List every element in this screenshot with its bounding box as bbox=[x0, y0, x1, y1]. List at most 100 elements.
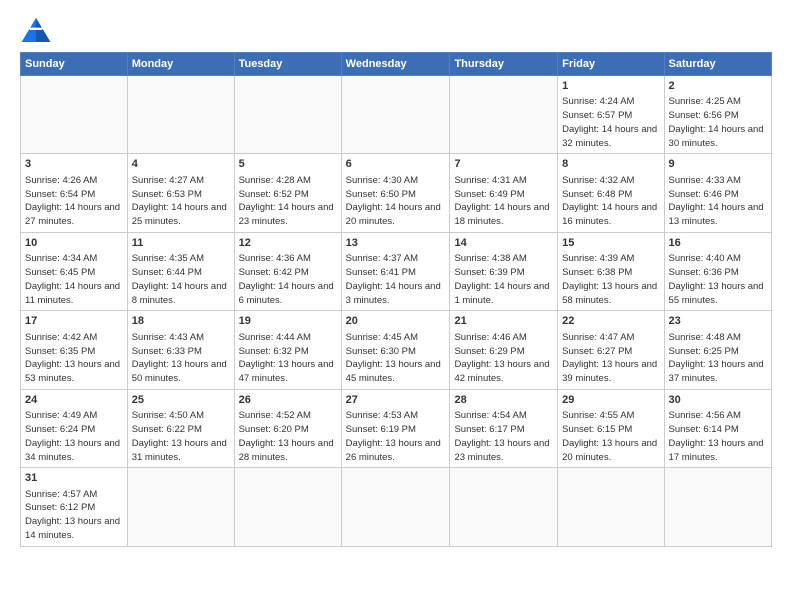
calendar-day-cell bbox=[234, 468, 341, 546]
day-info: Sunrise: 4:34 AM Sunset: 6:45 PM Dayligh… bbox=[25, 252, 123, 307]
calendar-day-header: Thursday bbox=[450, 53, 558, 76]
day-number: 6 bbox=[346, 157, 446, 172]
day-number: 29 bbox=[562, 393, 659, 408]
calendar-day-cell: 15Sunrise: 4:39 AM Sunset: 6:38 PM Dayli… bbox=[558, 232, 664, 310]
calendar-day-cell: 22Sunrise: 4:47 AM Sunset: 6:27 PM Dayli… bbox=[558, 311, 664, 389]
calendar-week-row: 24Sunrise: 4:49 AM Sunset: 6:24 PM Dayli… bbox=[21, 389, 772, 467]
day-info: Sunrise: 4:26 AM Sunset: 6:54 PM Dayligh… bbox=[25, 174, 123, 229]
day-info: Sunrise: 4:24 AM Sunset: 6:57 PM Dayligh… bbox=[562, 95, 659, 150]
day-info: Sunrise: 4:30 AM Sunset: 6:50 PM Dayligh… bbox=[346, 174, 446, 229]
calendar-day-cell: 9 Sunrise: 4:33 AM Sunset: 6:46 PM Daylig… bbox=[664, 154, 771, 232]
calendar-day-cell: 11Sunrise: 4:35 AM Sunset: 6:44 PM Dayli… bbox=[127, 232, 234, 310]
day-info: Sunrise: 4:55 AM Sunset: 6:15 PM Dayligh… bbox=[562, 409, 659, 464]
calendar-day-cell: 14Sunrise: 4:38 AM Sunset: 6:39 PM Dayli… bbox=[450, 232, 558, 310]
calendar-week-row: 17 Sunrise: 4:42 AM Sunset: 6:35 PM Dayli… bbox=[21, 311, 772, 389]
calendar-day-cell: 5 Sunrise: 4:28 AM Sunset: 6:52 PM Daylig… bbox=[234, 154, 341, 232]
day-number: 16 bbox=[669, 236, 767, 251]
day-number: 31 bbox=[25, 471, 123, 486]
day-info: Sunrise: 4:37 AM Sunset: 6:41 PM Dayligh… bbox=[346, 252, 446, 307]
calendar-day-cell: 17 Sunrise: 4:42 AM Sunset: 6:35 PM Dayli… bbox=[21, 311, 128, 389]
calendar-day-cell: 12Sunrise: 4:36 AM Sunset: 6:42 PM Dayli… bbox=[234, 232, 341, 310]
calendar-day-cell: 10Sunrise: 4:34 AM Sunset: 6:45 PM Dayli… bbox=[21, 232, 128, 310]
day-number: 7 bbox=[454, 157, 553, 172]
calendar-day-cell: 18 Sunrise: 4:43 AM Sunset: 6:33 PM Dayli… bbox=[127, 311, 234, 389]
calendar-day-cell bbox=[341, 76, 450, 154]
calendar-day-cell bbox=[127, 468, 234, 546]
day-number: 30 bbox=[669, 393, 767, 408]
day-number: 9 bbox=[669, 157, 767, 172]
day-info: Sunrise: 4:46 AM Sunset: 6:29 PM Dayligh… bbox=[454, 331, 553, 386]
calendar-day-cell bbox=[21, 76, 128, 154]
day-number: 22 bbox=[562, 314, 659, 329]
day-number: 18 bbox=[132, 314, 230, 329]
calendar-day-cell: 19 Sunrise: 4:44 AM Sunset: 6:32 PM Dayli… bbox=[234, 311, 341, 389]
day-info: Sunrise: 4:27 AM Sunset: 6:53 PM Dayligh… bbox=[132, 174, 230, 229]
calendar-week-row: 3Sunrise: 4:26 AM Sunset: 6:54 PM Daylig… bbox=[21, 154, 772, 232]
day-info: Sunrise: 4:25 AM Sunset: 6:56 PM Dayligh… bbox=[669, 95, 767, 150]
day-number: 19 bbox=[239, 314, 337, 329]
calendar-day-cell: 3Sunrise: 4:26 AM Sunset: 6:54 PM Daylig… bbox=[21, 154, 128, 232]
calendar-week-row: 10Sunrise: 4:34 AM Sunset: 6:45 PM Dayli… bbox=[21, 232, 772, 310]
calendar-day-cell: 13Sunrise: 4:37 AM Sunset: 6:41 PM Dayli… bbox=[341, 232, 450, 310]
calendar-day-cell bbox=[450, 468, 558, 546]
calendar-day-cell: 27Sunrise: 4:53 AM Sunset: 6:19 PM Dayli… bbox=[341, 389, 450, 467]
calendar-day-header: Monday bbox=[127, 53, 234, 76]
calendar-day-cell: 16Sunrise: 4:40 AM Sunset: 6:36 PM Dayli… bbox=[664, 232, 771, 310]
calendar-day-cell bbox=[664, 468, 771, 546]
day-info: Sunrise: 4:45 AM Sunset: 6:30 PM Dayligh… bbox=[346, 331, 446, 386]
day-info: Sunrise: 4:31 AM Sunset: 6:49 PM Dayligh… bbox=[454, 174, 553, 229]
day-number: 15 bbox=[562, 236, 659, 251]
calendar-day-cell: 20 Sunrise: 4:45 AM Sunset: 6:30 PM Dayli… bbox=[341, 311, 450, 389]
calendar-day-cell: 28Sunrise: 4:54 AM Sunset: 6:17 PM Dayli… bbox=[450, 389, 558, 467]
day-info: Sunrise: 4:32 AM Sunset: 6:48 PM Dayligh… bbox=[562, 174, 659, 229]
day-info: Sunrise: 4:38 AM Sunset: 6:39 PM Dayligh… bbox=[454, 252, 553, 307]
day-number: 21 bbox=[454, 314, 553, 329]
calendar-day-header: Saturday bbox=[664, 53, 771, 76]
day-number: 27 bbox=[346, 393, 446, 408]
day-info: Sunrise: 4:44 AM Sunset: 6:32 PM Dayligh… bbox=[239, 331, 337, 386]
day-number: 20 bbox=[346, 314, 446, 329]
day-number: 17 bbox=[25, 314, 123, 329]
calendar-day-cell: 26Sunrise: 4:52 AM Sunset: 6:20 PM Dayli… bbox=[234, 389, 341, 467]
calendar-day-cell: 23Sunrise: 4:48 AM Sunset: 6:25 PM Dayli… bbox=[664, 311, 771, 389]
calendar-day-cell: 6 Sunrise: 4:30 AM Sunset: 6:50 PM Daylig… bbox=[341, 154, 450, 232]
calendar-day-cell bbox=[558, 468, 664, 546]
day-number: 14 bbox=[454, 236, 553, 251]
day-info: Sunrise: 4:50 AM Sunset: 6:22 PM Dayligh… bbox=[132, 409, 230, 464]
header bbox=[20, 16, 772, 44]
day-number: 26 bbox=[239, 393, 337, 408]
day-number: 10 bbox=[25, 236, 123, 251]
calendar-day-cell: 29Sunrise: 4:55 AM Sunset: 6:15 PM Dayli… bbox=[558, 389, 664, 467]
day-info: Sunrise: 4:54 AM Sunset: 6:17 PM Dayligh… bbox=[454, 409, 553, 464]
day-number: 5 bbox=[239, 157, 337, 172]
calendar-day-cell bbox=[127, 76, 234, 154]
page: SundayMondayTuesdayWednesdayThursdayFrid… bbox=[0, 0, 792, 612]
day-info: Sunrise: 4:56 AM Sunset: 6:14 PM Dayligh… bbox=[669, 409, 767, 464]
day-info: Sunrise: 4:42 AM Sunset: 6:35 PM Dayligh… bbox=[25, 331, 123, 386]
day-info: Sunrise: 4:49 AM Sunset: 6:24 PM Dayligh… bbox=[25, 409, 123, 464]
calendar-day-cell: 21 Sunrise: 4:46 AM Sunset: 6:29 PM Dayli… bbox=[450, 311, 558, 389]
calendar-day-header: Sunday bbox=[21, 53, 128, 76]
calendar-day-cell: 4 Sunrise: 4:27 AM Sunset: 6:53 PM Daylig… bbox=[127, 154, 234, 232]
calendar-day-cell: 8Sunrise: 4:32 AM Sunset: 6:48 PM Daylig… bbox=[558, 154, 664, 232]
day-info: Sunrise: 4:43 AM Sunset: 6:33 PM Dayligh… bbox=[132, 331, 230, 386]
calendar-day-cell: 31 Sunrise: 4:57 AM Sunset: 6:12 PM Dayli… bbox=[21, 468, 128, 546]
day-number: 12 bbox=[239, 236, 337, 251]
logo-icon bbox=[20, 16, 52, 44]
day-number: 13 bbox=[346, 236, 446, 251]
day-info: Sunrise: 4:57 AM Sunset: 6:12 PM Dayligh… bbox=[25, 488, 123, 543]
logo bbox=[20, 16, 56, 44]
day-info: Sunrise: 4:28 AM Sunset: 6:52 PM Dayligh… bbox=[239, 174, 337, 229]
day-info: Sunrise: 4:39 AM Sunset: 6:38 PM Dayligh… bbox=[562, 252, 659, 307]
calendar-day-header: Tuesday bbox=[234, 53, 341, 76]
calendar-table: SundayMondayTuesdayWednesdayThursdayFrid… bbox=[20, 52, 772, 547]
day-number: 24 bbox=[25, 393, 123, 408]
calendar-day-cell bbox=[341, 468, 450, 546]
day-number: 4 bbox=[132, 157, 230, 172]
day-info: Sunrise: 4:36 AM Sunset: 6:42 PM Dayligh… bbox=[239, 252, 337, 307]
day-info: Sunrise: 4:48 AM Sunset: 6:25 PM Dayligh… bbox=[669, 331, 767, 386]
day-info: Sunrise: 4:53 AM Sunset: 6:19 PM Dayligh… bbox=[346, 409, 446, 464]
calendar-week-row: 31 Sunrise: 4:57 AM Sunset: 6:12 PM Dayli… bbox=[21, 468, 772, 546]
day-info: Sunrise: 4:33 AM Sunset: 6:46 PM Dayligh… bbox=[669, 174, 767, 229]
calendar-day-cell: 25Sunrise: 4:50 AM Sunset: 6:22 PM Dayli… bbox=[127, 389, 234, 467]
